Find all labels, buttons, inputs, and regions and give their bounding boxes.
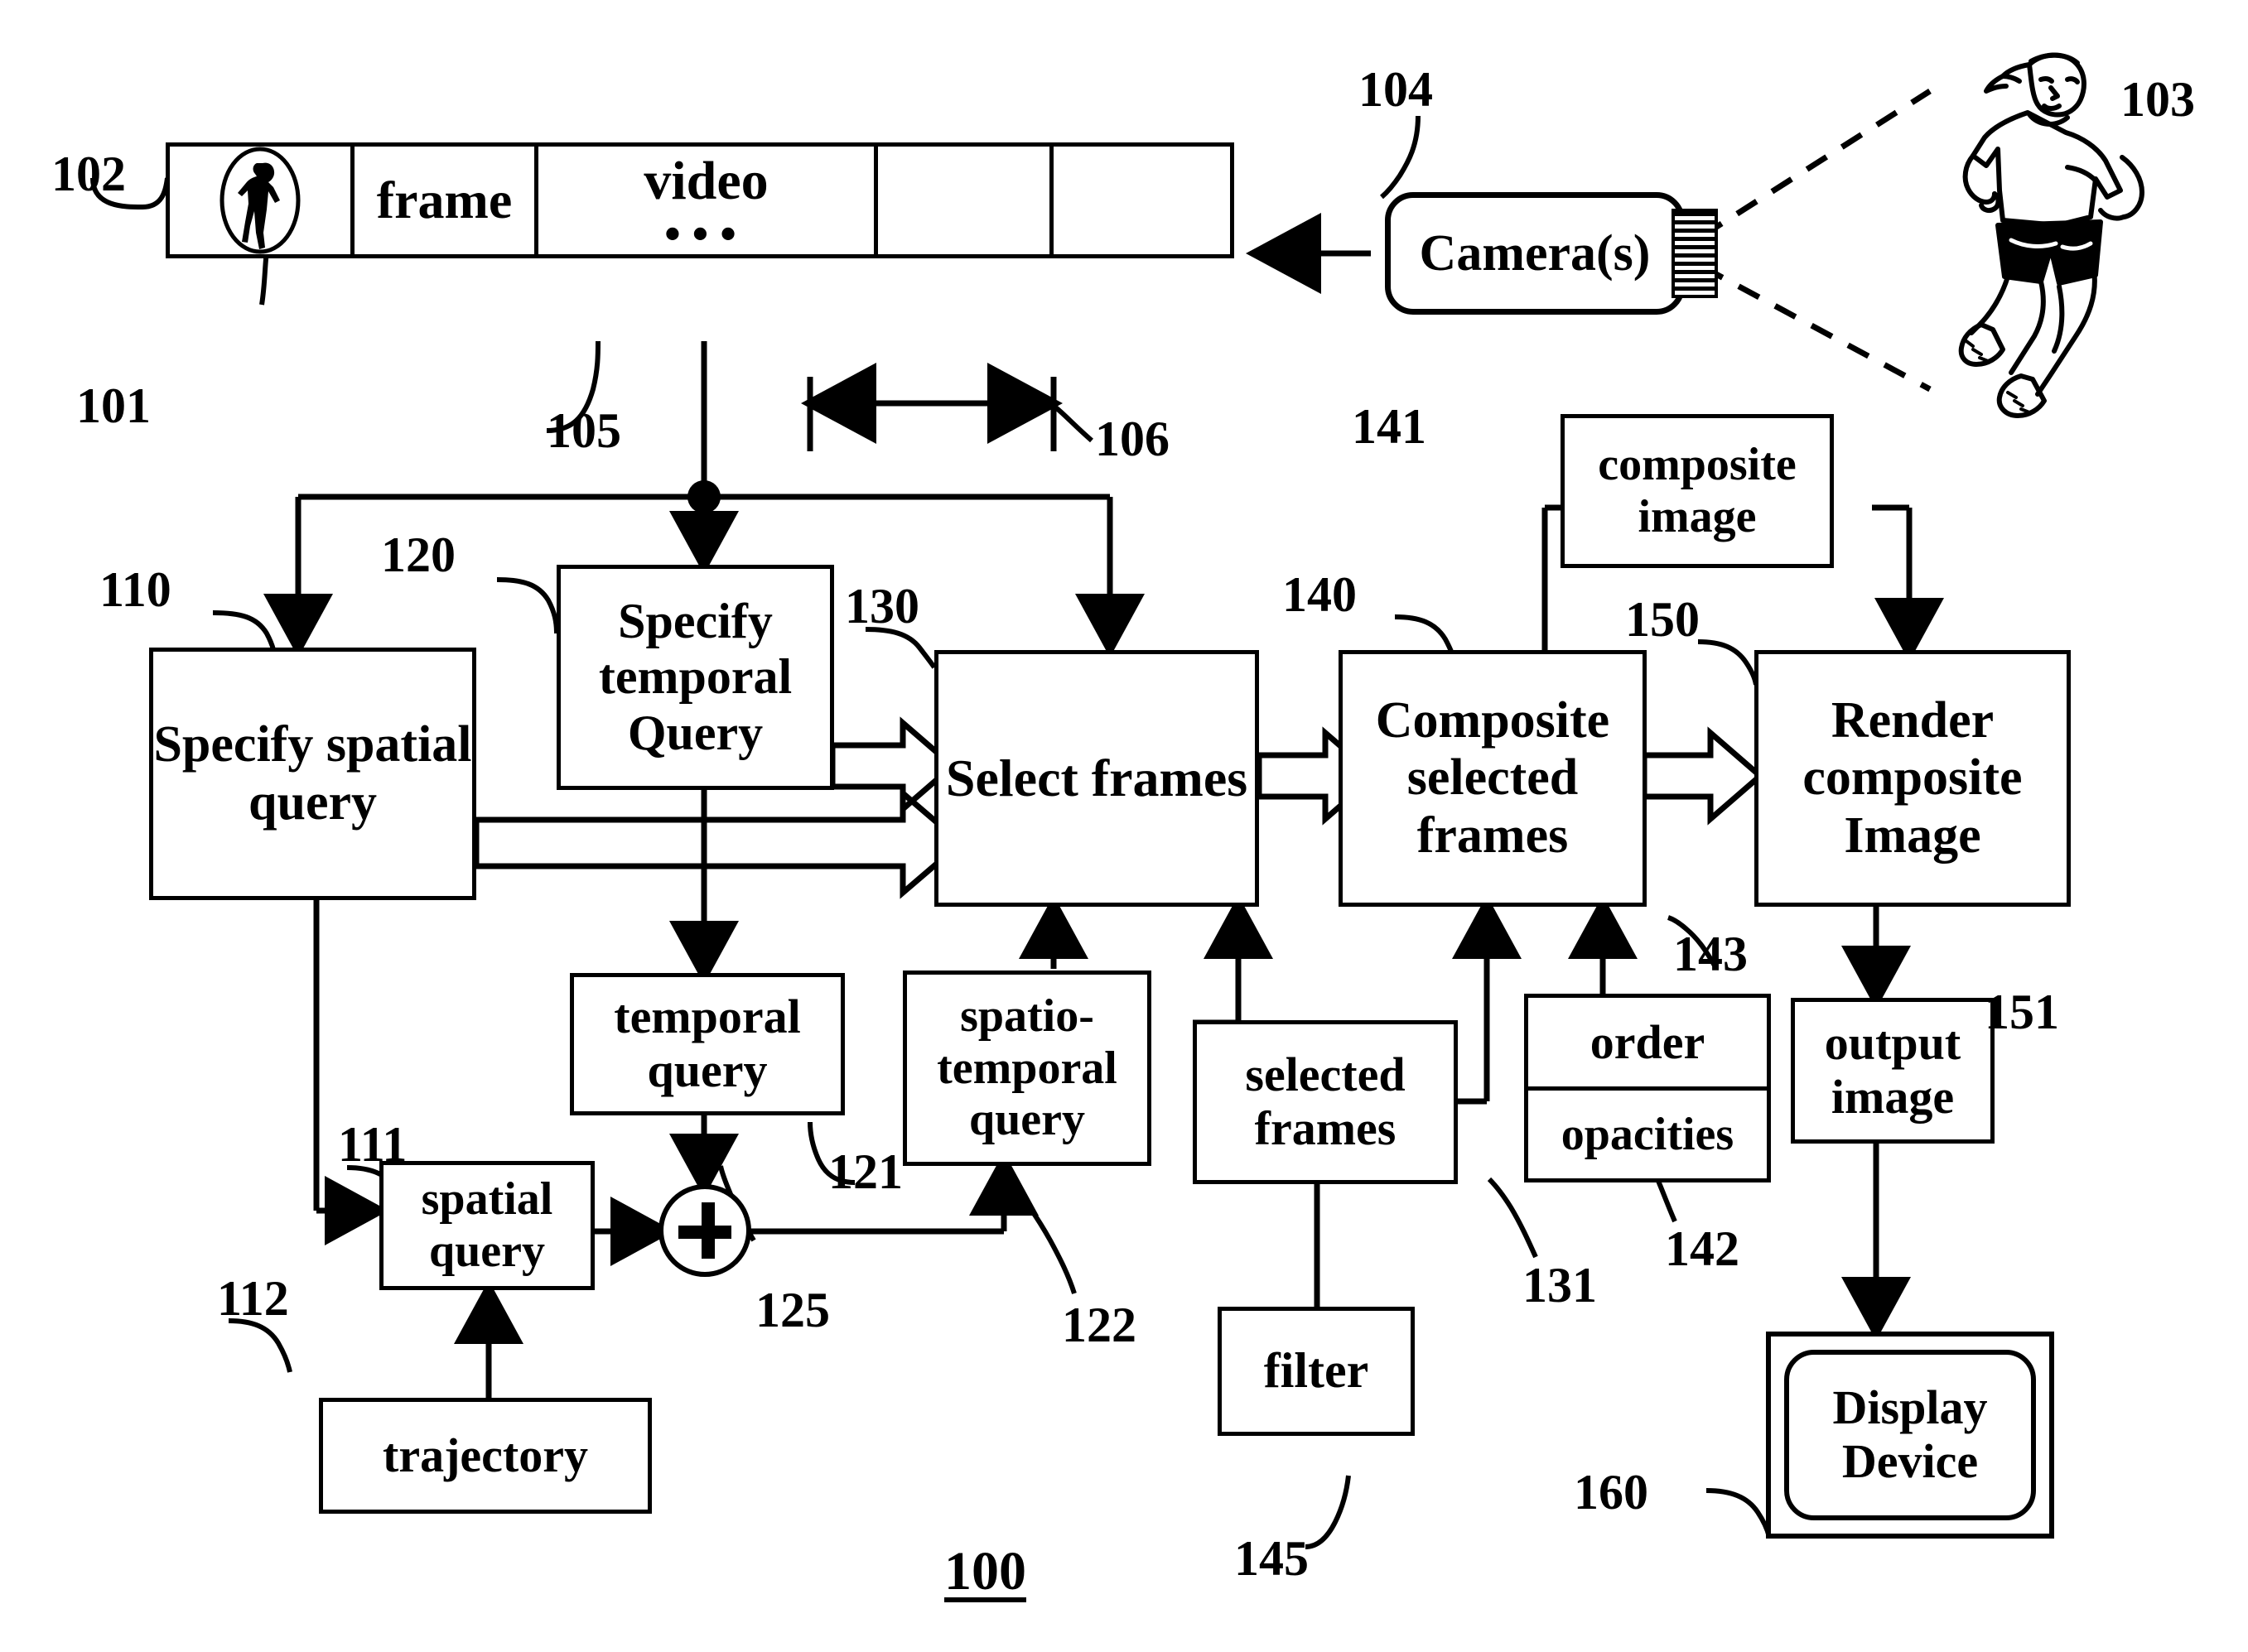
camera-label: Camera(s) — [1419, 224, 1651, 282]
ref-112: 112 — [217, 1271, 289, 1326]
camera-block: Camera(s) — [1385, 192, 1685, 315]
specify-spatial-query-box[interactable]: Specify spatial query — [149, 648, 476, 900]
ref-106: 106 — [1095, 412, 1170, 466]
ref-130: 130 — [845, 579, 919, 633]
specify-temporal-query-box[interactable]: Specify temporal Query — [557, 565, 834, 790]
ref-120: 120 — [381, 527, 456, 582]
ref-151: 151 — [1985, 985, 2059, 1039]
ref-121: 121 — [828, 1144, 903, 1199]
ref-101: 101 — [76, 378, 151, 433]
select-frames-label: Select frames — [945, 749, 1248, 808]
frame-cell-video-label: video ••• — [538, 147, 878, 260]
spatio-temporal-query-box: spatio-temporal query — [903, 970, 1151, 1166]
video-label: video — [644, 151, 769, 211]
ref-111: 111 — [338, 1117, 408, 1172]
trajectory-label: trajectory — [383, 1428, 588, 1482]
ref-110: 110 — [99, 562, 171, 617]
output-image-box: output image — [1791, 998, 1995, 1144]
frame-cell-empty-1 — [878, 147, 1054, 254]
composite-selected-frames-label: Composite selected frames — [1375, 691, 1610, 864]
runner-thumbnail-icon — [219, 147, 301, 254]
ref-104: 104 — [1358, 62, 1433, 117]
temporal-query-box: temporal query — [570, 973, 845, 1115]
order-half: order — [1528, 998, 1767, 1091]
output-image-label: output image — [1824, 1016, 1961, 1124]
summation-node — [658, 1184, 751, 1277]
ref-143: 143 — [1673, 927, 1748, 981]
render-composite-image-box[interactable]: Render composite Image — [1754, 650, 2071, 907]
ref-125: 125 — [755, 1283, 830, 1337]
composite-selected-frames-box[interactable]: Composite selected frames — [1339, 650, 1647, 907]
patent-figure-canvas: frame video ••• Camera(s) Specify spatia… — [0, 0, 2248, 1652]
camera-lens-icon — [1672, 209, 1718, 298]
ref-142: 142 — [1665, 1221, 1739, 1276]
ref-122: 122 — [1062, 1298, 1136, 1352]
frame-label: frame — [376, 171, 513, 229]
figure-number: 100 — [944, 1541, 1026, 1601]
ref-105: 105 — [547, 403, 621, 458]
selected-frames-box: selected frames — [1193, 1020, 1458, 1184]
display-device-screen: Display Device — [1784, 1350, 2036, 1520]
video-frame-strip: frame video ••• — [166, 142, 1234, 258]
selected-frames-label: selected frames — [1245, 1048, 1406, 1155]
opacities-half: opacities — [1528, 1091, 1767, 1179]
display-device-label: Display Device — [1832, 1380, 1988, 1488]
frame-cell-frame-label: frame — [355, 147, 538, 254]
spatial-query-label: spatial query — [421, 1173, 553, 1277]
ref-145: 145 — [1234, 1531, 1309, 1586]
specify-temporal-query-label: Specify temporal Query — [598, 594, 793, 760]
render-composite-image-label: Render composite Image — [1802, 691, 2023, 864]
frame-cell-thumbnail — [170, 147, 355, 254]
ref-103: 103 — [2120, 72, 2195, 127]
composite-image-box: composite image — [1561, 414, 1834, 568]
frame-cell-empty-2 — [1054, 147, 1230, 254]
ref-140: 140 — [1282, 567, 1357, 622]
ref-141: 141 — [1352, 399, 1426, 454]
ellipsis-icon: ••• — [664, 209, 748, 260]
order-label: order — [1590, 1014, 1705, 1069]
order-opacities-box: order opacities — [1524, 994, 1771, 1182]
ref-102: 102 — [51, 147, 126, 201]
display-device-box: Display Device — [1766, 1332, 2054, 1539]
ref-150: 150 — [1625, 592, 1700, 647]
ref-160: 160 — [1574, 1465, 1648, 1520]
filter-label: filter — [1263, 1343, 1369, 1399]
filter-box: filter — [1218, 1307, 1415, 1436]
spatio-temporal-query-label: spatio-temporal query — [937, 990, 1117, 1146]
trajectory-box: trajectory — [319, 1398, 652, 1514]
composite-image-label: composite image — [1598, 439, 1797, 542]
spatial-query-box: spatial query — [379, 1161, 595, 1290]
temporal-query-label: temporal query — [614, 990, 801, 1097]
ref-131: 131 — [1522, 1258, 1597, 1312]
opacities-label: opacities — [1561, 1108, 1734, 1160]
select-frames-box[interactable]: Select frames — [934, 650, 1259, 907]
specify-spatial-query-label: Specify spatial query — [153, 716, 472, 831]
